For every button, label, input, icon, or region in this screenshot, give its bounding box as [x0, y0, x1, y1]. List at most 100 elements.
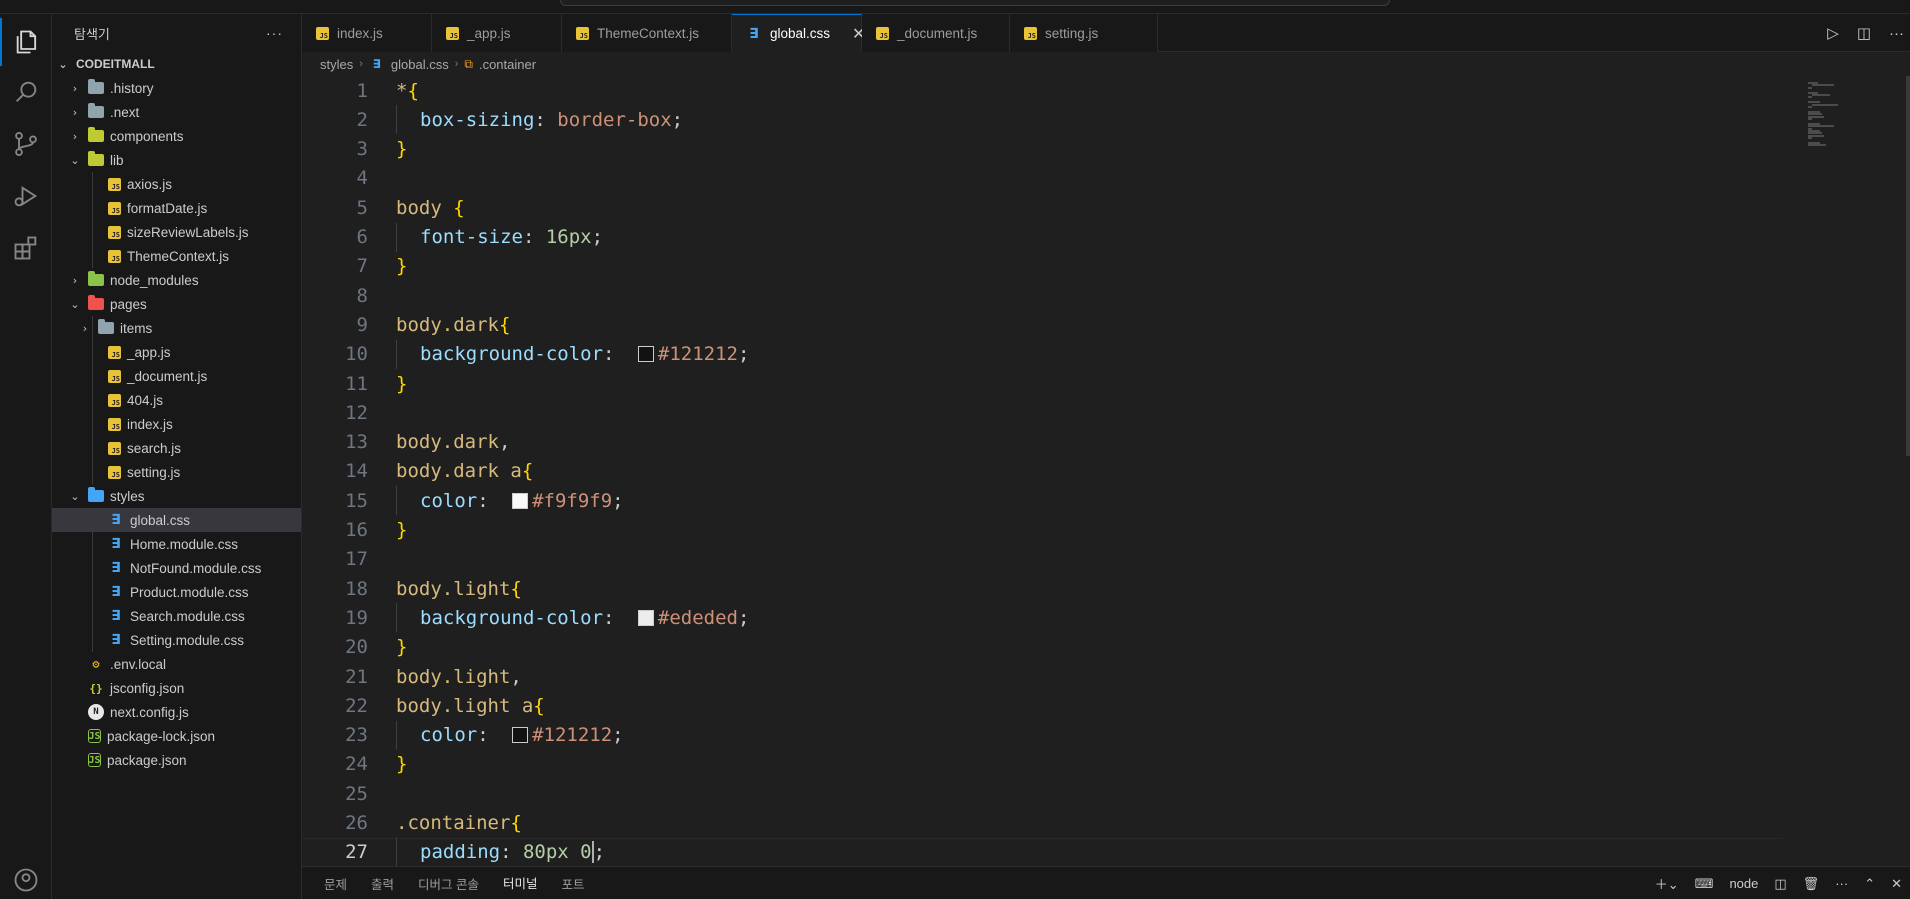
code-line[interactable]: 6 font-size: 16px; [302, 222, 1782, 252]
code-token: } [396, 255, 408, 278]
code-line[interactable]: 22 body.light a{ [302, 691, 1782, 720]
breadcrumb-symbol[interactable]: .container [479, 57, 536, 72]
search-button[interactable] [0, 68, 52, 116]
minimap[interactable] [1800, 76, 1910, 866]
code-line[interactable]: 15 color: #f9f9f9; [302, 486, 1782, 516]
file-item[interactable]: JS package-lock.json [52, 724, 301, 748]
file-item[interactable]: ∃ Product.module.css [52, 580, 301, 604]
close-icon[interactable]: ✕ [1891, 876, 1902, 892]
file-item[interactable]: JS ThemeContext.js [52, 244, 301, 268]
workspace-root[interactable]: ⌄ CODEITMALL [52, 52, 301, 76]
code-line[interactable]: 2 box-sizing: border-box; [302, 105, 1782, 135]
panel-tab[interactable]: 터미널 [491, 867, 550, 899]
code-line[interactable]: 18 body.light{ [302, 574, 1782, 603]
run-icon[interactable]: ▷ [1827, 24, 1839, 42]
code-line[interactable]: 11} [302, 369, 1782, 398]
line-number: 9 [356, 313, 368, 336]
editor-tab[interactable]: JS _app.js [432, 14, 562, 52]
extensions-button[interactable] [0, 224, 52, 272]
code-editor[interactable]: 1 *{2 box-sizing: border-box; 3} 4 5 body {6 fo… [302, 76, 1910, 866]
code-line[interactable]: 23 color: #121212; [302, 720, 1782, 750]
code-line[interactable]: 24} [302, 750, 1782, 779]
file-item[interactable]: JS formatDate.js [52, 196, 301, 220]
folder-item[interactable]: › node_modules [52, 268, 301, 292]
command-center[interactable] [560, 0, 1390, 6]
more-actions-icon[interactable]: ··· [266, 25, 283, 41]
file-item[interactable]: ⚙ .env.local [52, 652, 301, 676]
color-swatch[interactable] [512, 492, 529, 509]
terminal-name[interactable]: node [1729, 876, 1758, 891]
new-terminal-icon[interactable]: ＋⌄ [1655, 874, 1679, 893]
code-line[interactable]: 7} [302, 252, 1782, 281]
file-item[interactable]: JS sizeReviewLabels.js [52, 220, 301, 244]
file-item[interactable]: {} jsconfig.json [52, 676, 301, 700]
file-item[interactable]: ∃ NotFound.module.css [52, 556, 301, 580]
code-line[interactable]: 20} [302, 633, 1782, 662]
folder-item[interactable]: › .history [52, 76, 301, 100]
accounts-button[interactable] [0, 856, 52, 899]
file-item[interactable]: JS index.js [52, 412, 301, 436]
color-swatch[interactable] [637, 346, 654, 363]
panel-tab[interactable]: 포트 [550, 867, 597, 899]
split-editor-icon[interactable]: ◫ [1857, 24, 1871, 42]
file-item[interactable]: JS axios.js [52, 172, 301, 196]
color-swatch[interactable] [512, 727, 529, 744]
maximize-panel-icon[interactable]: ⌃ [1864, 876, 1875, 892]
code-line[interactable]: 10 background-color: #121212; [302, 339, 1782, 369]
code-line[interactable]: 25 [302, 779, 1782, 808]
file-item[interactable]: JS _app.js [52, 340, 301, 364]
code-line[interactable]: 26 .container{ [302, 809, 1782, 838]
code-line[interactable]: 19 background-color: #ededed; [302, 603, 1782, 633]
code-line[interactable]: 16} [302, 516, 1782, 545]
code-line[interactable]: 12 [302, 398, 1782, 427]
minimap-line [1808, 118, 1812, 120]
editor-tab[interactable]: JS ThemeContext.js [562, 14, 732, 52]
code-line[interactable]: 3} [302, 135, 1782, 164]
editor-tab[interactable]: JS setting.js [1010, 14, 1158, 52]
code-line[interactable]: 21 body.light, [302, 662, 1782, 691]
editor-tab[interactable]: JS index.js [302, 14, 432, 52]
code-line[interactable]: 5 body { [302, 193, 1782, 222]
file-item[interactable]: ∃ Home.module.css [52, 532, 301, 556]
folder-item[interactable]: ⌄ styles [52, 484, 301, 508]
file-item[interactable]: JS search.js [52, 436, 301, 460]
file-item[interactable]: JS 404.js [52, 388, 301, 412]
code-line[interactable]: 14 body.dark a{ [302, 457, 1782, 486]
file-item[interactable]: JS package.json [52, 748, 301, 772]
editor-tab[interactable]: JS _document.js [862, 14, 1010, 52]
split-terminal-icon[interactable]: ◫ [1774, 876, 1786, 892]
panel-tab[interactable]: 출력 [359, 867, 406, 899]
trash-icon[interactable]: 🗑 [1803, 876, 1820, 892]
run-debug-button[interactable] [0, 172, 52, 220]
more-icon[interactable]: ··· [1835, 876, 1848, 891]
code-line[interactable]: 27 padding: 80px 0; [302, 837, 1782, 866]
source-control-button[interactable] [0, 120, 52, 168]
file-item[interactable]: ∃ global.css [52, 508, 301, 532]
folder-item[interactable]: › components [52, 124, 301, 148]
editor-tab[interactable]: ∃ global.css ✕ [732, 14, 865, 52]
code-line[interactable]: 8 [302, 281, 1782, 310]
folder-item[interactable]: › .next [52, 100, 301, 124]
code-line[interactable]: 13 body.dark, [302, 428, 1782, 457]
panel-tab[interactable]: 문제 [312, 867, 359, 899]
color-swatch[interactable] [637, 609, 654, 626]
breadcrumb-folder[interactable]: styles [320, 57, 353, 72]
code-line[interactable]: 9 body.dark{ [302, 310, 1782, 339]
more-icon[interactable]: ··· [1889, 25, 1904, 42]
file-item[interactable]: Nnext.config.js [52, 700, 301, 724]
explorer-button[interactable] [0, 18, 52, 66]
file-item[interactable]: JS setting.js [52, 460, 301, 484]
folder-tab [88, 271, 95, 275]
breadcrumb-file[interactable]: global.css [391, 57, 449, 72]
folder-item[interactable]: ⌄ lib [52, 148, 301, 172]
code-line[interactable]: 17 [302, 545, 1782, 574]
panel-tab[interactable]: 디버그 콘솔 [406, 867, 491, 899]
code-line[interactable]: 1 *{ [302, 76, 1782, 105]
editor-scrollbar[interactable] [1906, 76, 1910, 456]
file-item[interactable]: ∃ Search.module.css [52, 604, 301, 628]
folder-item[interactable]: ⌄ pages [52, 292, 301, 316]
code-line[interactable]: 4 [302, 164, 1782, 193]
folder-item[interactable]: › items [52, 316, 301, 340]
file-item[interactable]: JS _document.js [52, 364, 301, 388]
file-item[interactable]: ∃ Setting.module.css [52, 628, 301, 652]
